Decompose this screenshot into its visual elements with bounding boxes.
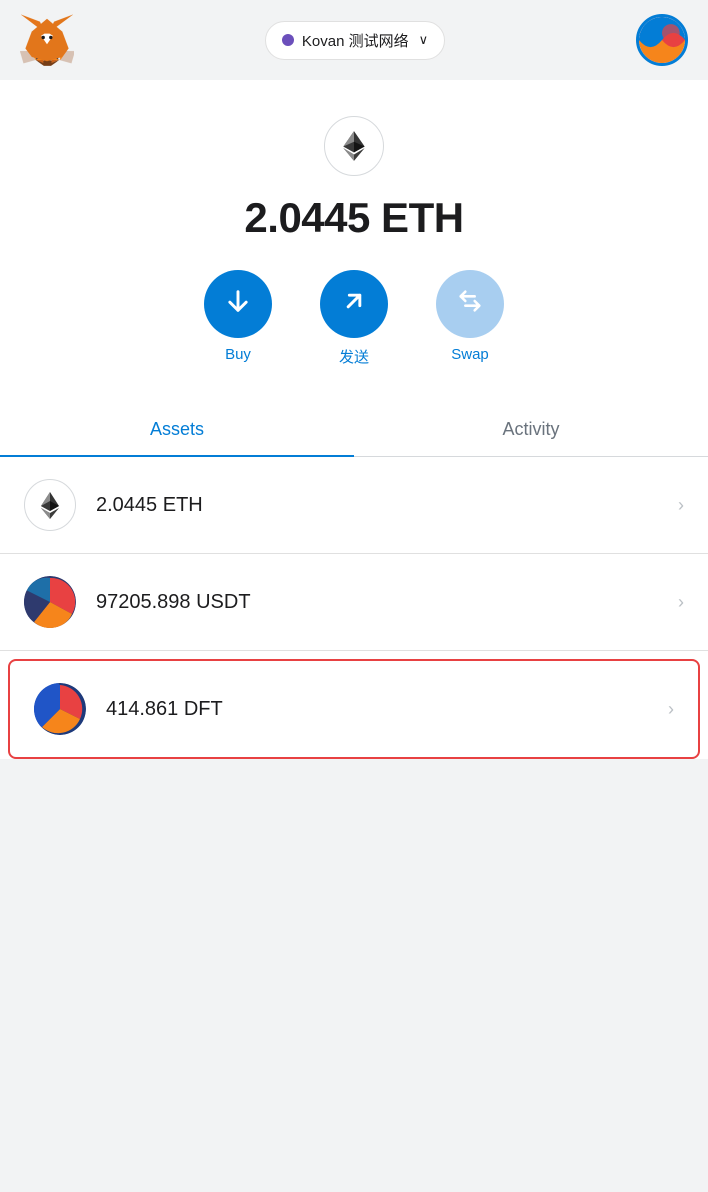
avatar-image <box>639 17 685 63</box>
tab-assets[interactable]: Assets <box>0 403 354 456</box>
asset-list: 2.0445 ETH › 97205.898 USDT › <box>0 457 708 759</box>
usdt-amount: 97205.898 USDT <box>96 591 678 614</box>
chevron-down-icon: ∨ <box>419 32 429 48</box>
eth-icon-wrapper <box>0 80 708 186</box>
send-label: 发送 <box>339 346 369 367</box>
ethereum-logo <box>324 116 384 176</box>
metamask-logo <box>20 13 74 67</box>
send-action[interactable]: 发送 <box>320 270 388 367</box>
main-content: 2.0445 ETH Buy 发送 <box>0 80 708 759</box>
dft-chevron-icon: › <box>668 699 674 720</box>
network-selector[interactable]: Kovan 测试网络 ∨ <box>265 21 445 60</box>
buy-label: Buy <box>225 346 251 363</box>
send-button[interactable] <box>320 270 388 338</box>
send-icon <box>340 287 368 322</box>
swap-label: Swap <box>451 346 489 363</box>
tabs: Assets Activity <box>0 403 708 457</box>
usdt-chevron-icon: › <box>678 592 684 613</box>
dft-amount: 414.861 DFT <box>106 698 668 721</box>
buy-action[interactable]: Buy <box>204 270 272 367</box>
header: Kovan 测试网络 ∨ <box>0 0 708 80</box>
dft-token-icon <box>34 683 86 735</box>
buy-button[interactable] <box>204 270 272 338</box>
buy-icon <box>224 287 252 322</box>
tab-activity[interactable]: Activity <box>354 403 708 456</box>
network-name: Kovan 测试网络 <box>302 30 409 51</box>
usdt-token-icon <box>24 576 76 628</box>
asset-item-eth[interactable]: 2.0445 ETH › <box>0 457 708 554</box>
action-buttons: Buy 发送 Swap <box>0 270 708 403</box>
asset-item-dft[interactable]: 414.861 DFT › <box>8 659 700 759</box>
swap-action[interactable]: Swap <box>436 270 504 367</box>
wallet-balance: 2.0445 ETH <box>0 186 708 270</box>
eth-token-icon <box>24 479 76 531</box>
asset-item-usdt[interactable]: 97205.898 USDT › <box>0 554 708 651</box>
avatar[interactable] <box>636 14 688 66</box>
network-status-dot <box>282 34 294 46</box>
swap-button[interactable] <box>436 270 504 338</box>
eth-amount: 2.0445 ETH <box>96 494 678 517</box>
eth-chevron-icon: › <box>678 495 684 516</box>
swap-icon <box>456 287 484 322</box>
